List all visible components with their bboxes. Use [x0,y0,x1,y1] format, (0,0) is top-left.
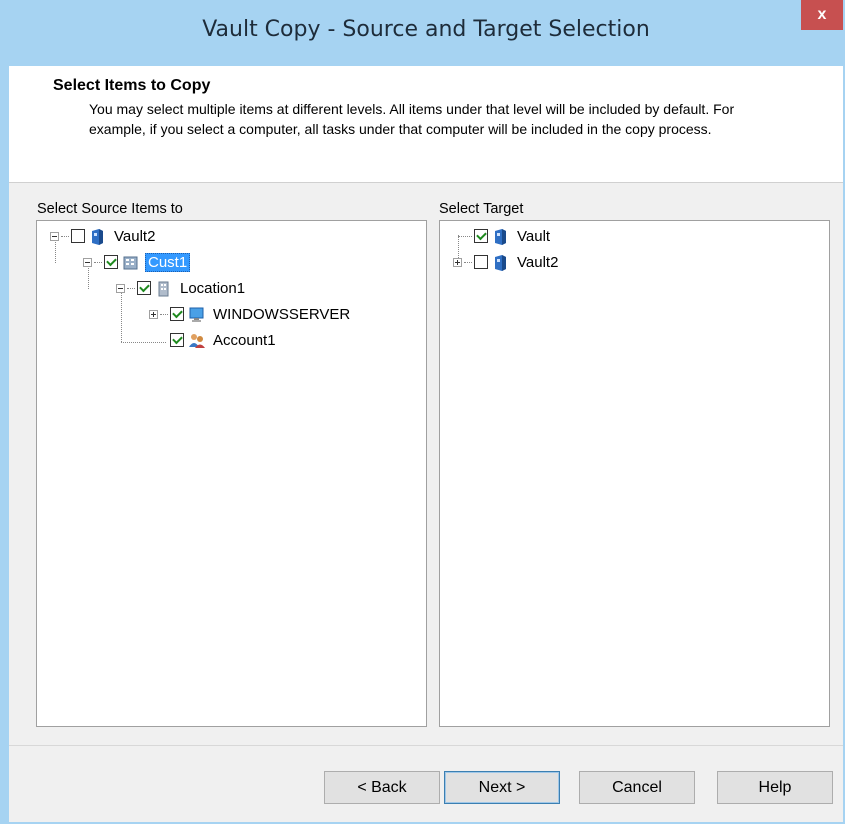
help-button[interactable]: Help [717,771,833,804]
account-icon [189,333,205,348]
tree-node-label: WINDOWSSERVER [213,305,351,323]
tree-node-label: Vault2 [114,227,156,245]
tree-connector [458,235,472,237]
cancel-button[interactable]: Cancel [579,771,695,804]
target-tree[interactable]: Vault Vault2 [439,220,830,727]
tree-connector [121,342,166,343]
tree-node-vault[interactable]: Vault [458,225,552,247]
tree-node-label: Vault [517,227,551,245]
collapse-icon[interactable] [83,257,92,267]
source-label: Select Source Items to [37,201,183,217]
tree-node-account1[interactable]: Account1 [170,329,278,351]
tree-node-label: Account1 [213,331,276,349]
checkbox-location1[interactable] [137,281,151,295]
footer-divider [9,745,843,746]
checkbox-account1[interactable] [170,333,184,347]
source-tree[interactable]: Vault2 Cust1 Location1 WINDOWSSERVER Acc… [36,220,427,727]
next-button[interactable]: Next > [444,771,560,804]
collapse-icon[interactable] [116,283,125,293]
vault-icon [495,228,506,245]
tree-connector [121,292,122,342]
back-button[interactable]: < Back [324,771,440,804]
tree-node-cust1[interactable]: Cust1 [83,251,191,273]
collapse-icon[interactable] [50,231,59,241]
location-icon [158,281,169,296]
tree-node-vault2-target[interactable]: Vault2 [453,251,560,273]
header-panel: Select Items to Copy You may select mult… [9,66,843,183]
tree-connector [127,287,135,289]
close-button[interactable]: x [801,0,843,30]
tree-node-label: Cust1 [145,252,191,272]
customer-icon [123,256,138,269]
checkbox-windowsserver[interactable] [170,307,184,321]
tree-node-vault2[interactable]: Vault2 [50,225,157,247]
target-label: Select Target [439,201,524,217]
tree-connector [160,313,168,315]
header-description: You may select multiple items at differe… [89,101,735,137]
tree-node-windowsserver[interactable]: WINDOWSSERVER [149,303,352,325]
tree-node-label: Vault2 [517,253,559,271]
title-bar[interactable]: Vault Copy - Source and Target Selection… [9,0,843,66]
tree-connector [464,261,472,263]
dialog-window: Vault Copy - Source and Target Selection… [0,0,845,824]
tree-connector [61,235,69,237]
computer-icon [189,307,204,322]
expand-icon[interactable] [149,309,158,319]
tree-connector [94,261,102,263]
vault-icon [495,254,506,271]
expand-icon[interactable] [453,257,462,267]
window-title: Vault Copy - Source and Target Selection [202,17,650,42]
vault-icon [92,228,103,245]
checkbox-vault[interactable] [474,229,488,243]
header-title: Select Items to Copy [53,77,211,94]
checkbox-cust1[interactable] [104,255,118,269]
tree-node-label: Location1 [180,279,246,297]
tree-node-location1[interactable]: Location1 [116,277,247,299]
checkbox-vault2[interactable] [71,229,85,243]
checkbox-vault2-target[interactable] [474,255,488,269]
